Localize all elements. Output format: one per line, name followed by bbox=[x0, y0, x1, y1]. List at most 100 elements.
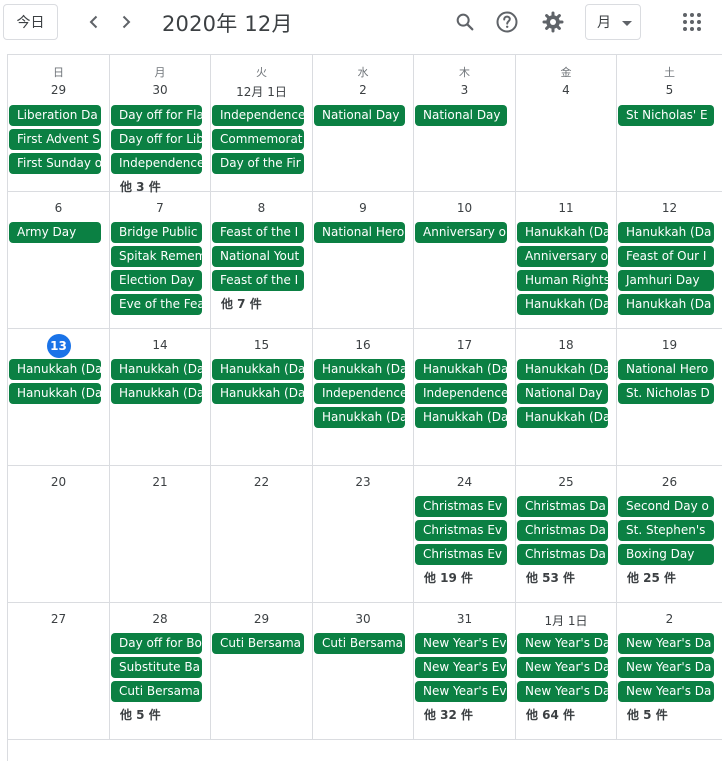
event-chip[interactable]: First Sunday o bbox=[9, 153, 101, 174]
event-chip[interactable]: Anniversary o bbox=[517, 246, 608, 267]
date-number[interactable]: 5 bbox=[617, 83, 722, 97]
date-number[interactable]: 16 bbox=[313, 338, 413, 352]
date-number[interactable]: 30 bbox=[313, 612, 413, 626]
event-chip[interactable]: Christmas Ev bbox=[415, 544, 507, 565]
date-number[interactable]: 30 bbox=[110, 83, 210, 97]
date-number[interactable]: 24 bbox=[414, 475, 515, 489]
event-chip[interactable]: Hanukkah (Da bbox=[9, 383, 101, 404]
event-chip[interactable]: Hanukkah (Da bbox=[415, 359, 507, 380]
day-cell[interactable]: 2 New Year's Da New Year's Da New Year's Da… bbox=[617, 603, 722, 740]
event-chip[interactable]: Hanukkah (Da bbox=[618, 222, 714, 243]
event-chip[interactable]: Christmas Da bbox=[517, 520, 608, 541]
more-events-link[interactable]: 他 64 件 bbox=[526, 705, 616, 726]
date-number[interactable]: 29 bbox=[8, 83, 109, 97]
event-chip[interactable]: Cuti Bersama bbox=[212, 633, 304, 654]
day-cell[interactable]: 22 bbox=[211, 466, 313, 603]
today-date-number[interactable]: 13 bbox=[8, 334, 109, 358]
event-chip[interactable]: Commemorat bbox=[212, 129, 304, 150]
help-button[interactable] bbox=[491, 6, 523, 38]
day-cell[interactable]: 土 5 St Nicholas' E bbox=[617, 55, 722, 192]
day-cell[interactable]: 28 Day off for Bo Substitute Ba Cuti Bersam… bbox=[110, 603, 211, 740]
more-events-link[interactable]: 他 5 件 bbox=[120, 705, 210, 726]
more-events-link[interactable]: 他 19 件 bbox=[424, 568, 515, 589]
date-number[interactable]: 26 bbox=[617, 475, 722, 489]
event-chip[interactable]: Hanukkah (Da bbox=[517, 407, 608, 428]
event-chip[interactable]: Christmas Ev bbox=[415, 520, 507, 541]
event-chip[interactable]: Hanukkah (Da bbox=[517, 359, 608, 380]
day-cell[interactable]: 18 Hanukkah (Da National Day Hanukkah (Da bbox=[516, 329, 617, 466]
event-chip[interactable]: Day off for Fla bbox=[111, 105, 202, 126]
date-number[interactable]: 15 bbox=[211, 338, 312, 352]
event-chip[interactable]: Hanukkah (Da bbox=[9, 359, 101, 380]
event-chip[interactable]: Hanukkah (Da bbox=[212, 383, 304, 404]
date-number[interactable]: 7 bbox=[110, 201, 210, 215]
event-chip[interactable]: Hanukkah (Da bbox=[517, 294, 608, 315]
date-number[interactable]: 4 bbox=[516, 83, 616, 97]
apps-button[interactable] bbox=[676, 6, 708, 38]
event-chip[interactable]: New Year's Ev bbox=[415, 681, 507, 702]
date-number[interactable]: 9 bbox=[313, 201, 413, 215]
event-chip[interactable]: Hanukkah (Da bbox=[212, 359, 304, 380]
event-chip[interactable]: Day of the Fir bbox=[212, 153, 304, 174]
event-chip[interactable]: New Year's Da bbox=[618, 657, 714, 678]
date-number[interactable]: 31 bbox=[414, 612, 515, 626]
day-cell[interactable]: 13 Hanukkah (Da Hanukkah (Da bbox=[8, 329, 110, 466]
more-events-link[interactable]: 他 7 件 bbox=[221, 294, 312, 315]
date-number[interactable]: 25 bbox=[516, 475, 616, 489]
event-chip[interactable]: Independence bbox=[314, 383, 405, 404]
date-number[interactable]: 22 bbox=[211, 475, 312, 489]
event-chip[interactable]: Spitak Remem bbox=[111, 246, 202, 267]
event-chip[interactable]: Hanukkah (Da bbox=[314, 359, 405, 380]
event-chip[interactable]: Eve of the Fea bbox=[111, 294, 202, 315]
day-cell[interactable]: 19 National Hero St. Nicholas D bbox=[617, 329, 722, 466]
event-chip[interactable]: Liberation Da bbox=[9, 105, 101, 126]
event-chip[interactable]: Boxing Day bbox=[618, 544, 714, 565]
event-chip[interactable]: Feast of the I bbox=[212, 270, 304, 291]
event-chip[interactable]: Feast of Our I bbox=[618, 246, 714, 267]
date-number[interactable]: 17 bbox=[414, 338, 515, 352]
event-chip[interactable]: Human Rights bbox=[517, 270, 608, 291]
event-chip[interactable]: National Day bbox=[415, 105, 507, 126]
day-cell[interactable]: 6 Army Day bbox=[8, 192, 110, 329]
date-number[interactable]: 10 bbox=[414, 201, 515, 215]
event-chip[interactable]: Hanukkah (Da bbox=[517, 222, 608, 243]
more-events-link[interactable]: 他 53 件 bbox=[526, 568, 616, 589]
event-chip[interactable]: New Year's Da bbox=[517, 657, 608, 678]
event-chip[interactable]: Second Day o bbox=[618, 496, 714, 517]
date-number[interactable]: 14 bbox=[110, 338, 210, 352]
previous-month-button[interactable] bbox=[79, 7, 109, 37]
day-cell[interactable]: 14 Hanukkah (Da Hanukkah (Da bbox=[110, 329, 211, 466]
event-chip[interactable]: Hanukkah (Da bbox=[111, 359, 202, 380]
event-chip[interactable]: Day off for Lib bbox=[111, 129, 202, 150]
event-chip[interactable]: Feast of the I bbox=[212, 222, 304, 243]
date-number[interactable]: 11 bbox=[516, 201, 616, 215]
day-cell[interactable]: 12 Hanukkah (Da Feast of Our I Jamhuri Day H… bbox=[617, 192, 722, 329]
day-cell[interactable]: 7 Bridge Public Spitak Remem Election Day Ev… bbox=[110, 192, 211, 329]
event-chip[interactable]: St. Stephen's bbox=[618, 520, 714, 541]
event-chip[interactable]: New Year's Da bbox=[517, 633, 608, 654]
day-cell[interactable]: 月 30 Day off for Fla Day off for Lib Indepen… bbox=[110, 55, 211, 194]
date-number[interactable]: 20 bbox=[8, 475, 109, 489]
day-cell[interactable]: 15 Hanukkah (Da Hanukkah (Da bbox=[211, 329, 313, 466]
date-number[interactable]: 1月 1日 bbox=[516, 612, 616, 629]
date-number[interactable]: 2 bbox=[313, 83, 413, 97]
day-cell[interactable]: 9 National Hero bbox=[313, 192, 414, 329]
event-chip[interactable]: St Nicholas' E bbox=[618, 105, 714, 126]
event-chip[interactable]: Christmas Da bbox=[517, 544, 608, 565]
day-cell[interactable]: 水 2 National Day bbox=[313, 55, 414, 192]
day-cell[interactable]: 25 Christmas Da Christmas Da Christmas Da 他 … bbox=[516, 466, 617, 603]
event-chip[interactable]: Independence bbox=[415, 383, 507, 404]
event-chip[interactable]: Christmas Da bbox=[517, 496, 608, 517]
event-chip[interactable]: New Year's Ev bbox=[415, 657, 507, 678]
event-chip[interactable]: New Year's Ev bbox=[415, 633, 507, 654]
event-chip[interactable]: Hanukkah (Da bbox=[415, 407, 507, 428]
date-number[interactable]: 18 bbox=[516, 338, 616, 352]
day-cell[interactable]: 21 bbox=[110, 466, 211, 603]
day-cell[interactable]: 17 Hanukkah (Da Independence Hanukkah (Da bbox=[414, 329, 516, 466]
event-chip[interactable]: Substitute Ba bbox=[111, 657, 202, 678]
date-number[interactable]: 2 bbox=[617, 612, 722, 626]
event-chip[interactable]: Bridge Public bbox=[111, 222, 202, 243]
day-cell[interactable]: 29 Cuti Bersama bbox=[211, 603, 313, 740]
day-cell[interactable]: 11 Hanukkah (Da Anniversary o Human Rights H… bbox=[516, 192, 617, 329]
day-cell[interactable]: 24 Christmas Ev Christmas Ev Christmas Ev 他 … bbox=[414, 466, 516, 603]
